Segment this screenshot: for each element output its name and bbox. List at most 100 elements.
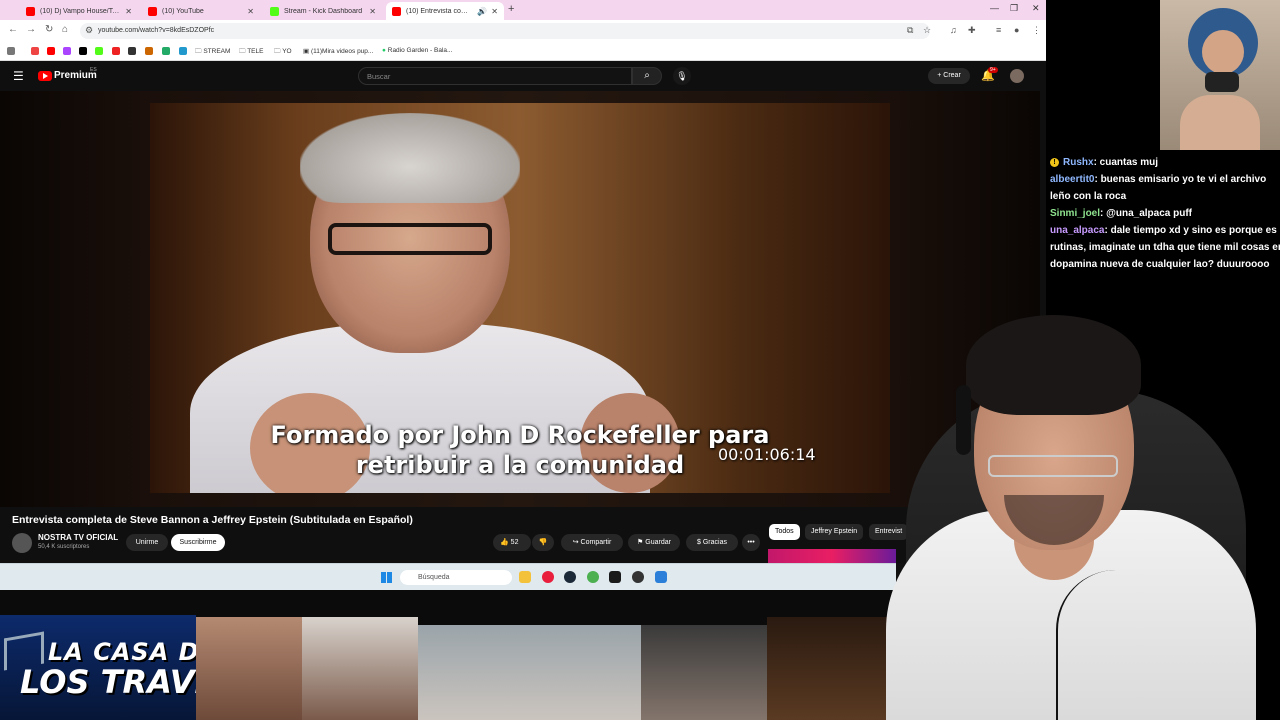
tab-search-icon[interactable]: ≡ [996, 25, 1001, 35]
youtube-bookmark-icon[interactable] [47, 47, 55, 55]
obs-icon[interactable] [632, 571, 644, 583]
hamburger-menu-icon[interactable]: ☰ [13, 69, 24, 83]
video-title: Entrevista completa de Steve Bannon a Je… [12, 514, 413, 526]
thumbs-up-icon: 👍 [500, 539, 509, 546]
save-button[interactable]: ⚑ Guardar [628, 534, 680, 551]
minimize-icon[interactable]: — [990, 3, 999, 13]
bookmark-star-icon[interactable]: ☆ [923, 25, 931, 36]
info-badge-icon: ! [1050, 157, 1059, 167]
bookmark-mira-videos[interactable]: ▣ (11)Mira videos pup... [303, 47, 373, 55]
search-button[interactable]: ⌕ [632, 67, 662, 85]
media-icon[interactable]: ♫ [950, 25, 957, 35]
back-icon[interactable]: ← [8, 24, 18, 35]
guest-feet [1180, 95, 1260, 150]
forward-icon[interactable]: → [26, 24, 36, 35]
notification-badge: 9+ [988, 67, 998, 73]
streamer-glasses [988, 455, 1118, 477]
voice-search-button[interactable]: 🎙 [673, 67, 691, 85]
folder-stream[interactable]: 🗀 STREAM [195, 47, 230, 58]
new-tab-icon[interactable]: + [508, 3, 514, 15]
channel-avatar[interactable] [12, 533, 32, 553]
account-avatar[interactable] [1010, 69, 1024, 83]
site-info-icon[interactable]: ⚙ [85, 25, 93, 36]
video-timecode: 00:01:06:14 [718, 445, 816, 464]
close-window-icon[interactable]: ✕ [1032, 3, 1040, 14]
bookmark-icon[interactable] [128, 47, 136, 55]
tab-youtube[interactable]: (10) YouTube ✕ [142, 2, 260, 20]
more-actions-button[interactable]: ••• [742, 534, 760, 551]
youtube-logo-icon[interactable] [38, 71, 52, 81]
chat-message: albeertit0: buenas emisario yo te vi el … [1050, 174, 1267, 185]
app-icon[interactable] [542, 571, 554, 583]
bookmark-icon[interactable] [31, 47, 39, 55]
maximize-icon[interactable]: ❐ [1010, 3, 1018, 14]
create-button[interactable]: + Crear [928, 68, 970, 84]
home-icon[interactable]: ⌂ [62, 24, 68, 35]
join-button[interactable]: Unirme [126, 534, 168, 551]
windows-start-icon[interactable] [381, 572, 392, 583]
close-tab-icon[interactable]: ✕ [491, 7, 498, 16]
guest-webcam [1160, 0, 1280, 150]
twitch-bookmark-icon[interactable] [63, 47, 71, 55]
bookmark-icon[interactable] [179, 47, 187, 55]
speaker-icon[interactable]: 🔊 [477, 7, 487, 16]
chip-todos[interactable]: Todos [769, 524, 800, 540]
x-bookmark-icon[interactable] [79, 47, 87, 55]
address-bar[interactable]: youtube.com/watch?v=8kdEsDZOPfc [80, 23, 930, 39]
file-explorer-icon[interactable] [519, 571, 531, 583]
app-icon[interactable] [609, 571, 621, 583]
folder-yo[interactable]: 🗀 YO [274, 47, 292, 58]
bookmark-icon: ⚑ [637, 539, 644, 546]
channel-subscribers: 50,4 K suscriptores [38, 544, 90, 550]
close-tab-icon[interactable]: ✕ [369, 7, 376, 16]
chrome-icon[interactable] [587, 571, 599, 583]
video-frame[interactable]: Formado por John D Rockefeller para retr… [150, 103, 890, 493]
headphone-cable [1056, 570, 1178, 720]
chip-jeffrey-epstein[interactable]: Jeffrey Epstein [805, 524, 864, 540]
search-input[interactable]: Buscar [358, 67, 632, 85]
kick-favicon-icon [270, 6, 279, 16]
extensions-icon[interactable]: ✚ [968, 25, 976, 36]
bookmark-radio-garden[interactable]: ● Radio Garden - Bala... [382, 47, 452, 54]
profile-icon[interactable]: ● [1014, 25, 1019, 35]
reload-icon[interactable]: ↻ [45, 24, 53, 35]
streamer-webcam [886, 310, 1280, 720]
chat-message: ! Rushx: cuantas muj [1050, 154, 1280, 171]
thanks-icon: $ [697, 539, 701, 546]
youtube-favicon-icon [392, 6, 401, 16]
dislike-button[interactable]: 👎 [532, 534, 554, 551]
tab-dj-vampo[interactable]: (10) Dj Vampo House/Tech Hou... ✕ [20, 2, 138, 20]
tab-entrevista[interactable]: (10) Entrevista completa de 🔊 ✕ [386, 2, 504, 20]
steam-icon[interactable] [564, 571, 576, 583]
kick-bookmark-icon[interactable] [95, 47, 103, 55]
participant-photo [418, 625, 641, 720]
taskbar-search-input[interactable]: Búsqueda [400, 570, 512, 585]
search-icon: ⌕ [644, 70, 650, 81]
close-tab-icon[interactable]: ✕ [125, 7, 132, 16]
bookmark-icon[interactable] [162, 47, 170, 55]
subscribe-button[interactable]: Suscribirme [171, 534, 225, 551]
guest-face [1202, 30, 1244, 74]
share-button[interactable]: ↪ Compartir [561, 534, 623, 551]
video-person-glasses [328, 223, 492, 255]
bookmark-icon[interactable] [145, 47, 153, 55]
apps-icon[interactable] [7, 47, 15, 55]
headphones-icon [956, 385, 971, 455]
channel-name[interactable]: NOSTRA TV OFICIAL [38, 533, 118, 542]
like-button[interactable]: 👍 52 [493, 534, 531, 551]
app-icon[interactable] [655, 571, 667, 583]
address-row: ← → ↻ ⌂ youtube.com/watch?v=8kdEsDZOPfc … [0, 20, 1046, 44]
kebab-menu-icon[interactable]: ⋮ [1032, 25, 1041, 36]
participant-photo [196, 617, 302, 720]
cast-icon[interactable]: ⧉ [907, 25, 913, 36]
youtube-favicon-icon [148, 6, 157, 16]
chat-message: una_alpaca: dale tiempo xd y sino es por… [1050, 225, 1277, 236]
bookmark-icon[interactable] [112, 47, 120, 55]
folder-tele[interactable]: 🗀 TELE [239, 47, 263, 58]
recommended-thumbnail[interactable] [768, 549, 896, 563]
video-person-hair [300, 113, 520, 203]
close-tab-icon[interactable]: ✕ [247, 7, 254, 16]
thanks-button[interactable]: $ Gracias [686, 534, 738, 551]
region-label: ES [90, 67, 97, 73]
tab-kick-dashboard[interactable]: Stream - Kick Dashboard ✕ [264, 2, 382, 20]
